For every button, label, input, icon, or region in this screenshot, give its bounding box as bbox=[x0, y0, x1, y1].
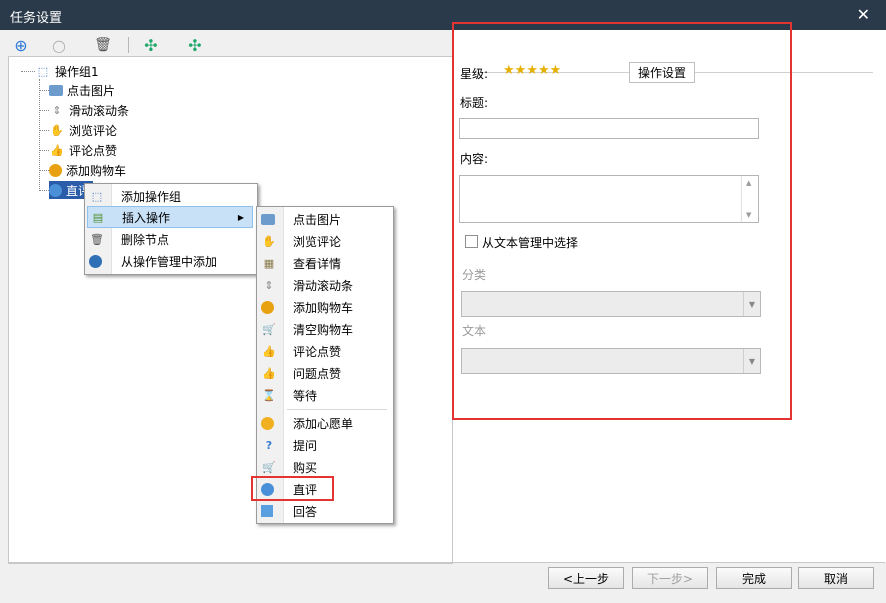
menu-item-delete[interactable]: 🗑 删除节点 bbox=[87, 228, 253, 250]
expand-icon[interactable]: ✣ bbox=[142, 36, 160, 55]
submenu-item[interactable]: ⌛ 等待 bbox=[259, 384, 389, 406]
cart-add-icon bbox=[49, 163, 62, 177]
tree-item-label: 点击图片 bbox=[67, 83, 116, 98]
submenu-item[interactable]: 添加购物车 bbox=[259, 296, 389, 318]
submenu-item[interactable]: 👍 评论点赞 bbox=[259, 340, 389, 362]
submenu-item-label: 评论点赞 bbox=[293, 344, 342, 359]
trash-icon[interactable]: 🗑 bbox=[94, 36, 112, 54]
window-title: 任务设置 bbox=[10, 11, 63, 26]
buy-icon: 🛒 bbox=[262, 460, 276, 474]
submenu-item[interactable]: 点击图片 bbox=[259, 208, 389, 230]
submenu-item-label: 添加心愿单 bbox=[293, 416, 354, 431]
tree-item[interactable]: 添加购物车 bbox=[49, 161, 126, 179]
tree-line bbox=[39, 150, 49, 151]
tree-root[interactable]: ⬚ 操作组1 bbox=[35, 62, 99, 80]
tree-line bbox=[21, 71, 35, 72]
submenu-separator bbox=[287, 409, 387, 410]
tree-line bbox=[39, 190, 49, 191]
menu-item-add-from-manager[interactable]: 从操作管理中添加 bbox=[87, 250, 253, 272]
tree-line bbox=[39, 79, 40, 191]
submenu-item-label: 问题点赞 bbox=[293, 366, 342, 381]
tree-item-label: 浏览评论 bbox=[69, 123, 118, 138]
trash-icon: 🗑 bbox=[90, 232, 104, 246]
submenu-item[interactable]: 🛒 清空购物车 bbox=[259, 318, 389, 340]
submenu-item-label: 购买 bbox=[293, 460, 318, 475]
toolbar-separator bbox=[128, 37, 129, 53]
submenu-arrow-icon: ▶ bbox=[237, 212, 244, 222]
submenu-item[interactable]: 👍 问题点赞 bbox=[259, 362, 389, 384]
thumbs-up-icon: 👍 bbox=[262, 344, 276, 358]
submenu-item-label: 等待 bbox=[293, 388, 318, 403]
thumbs-up-icon: 👍 bbox=[262, 366, 276, 380]
hourglass-icon: ⌛ bbox=[262, 388, 276, 402]
submenu-item[interactable]: 🛒 购买 bbox=[259, 456, 389, 478]
cart-add-icon bbox=[261, 300, 274, 314]
tree-line bbox=[39, 110, 49, 111]
submenu-item[interactable]: 回答 bbox=[259, 500, 389, 522]
tree-item-label: 添加购物车 bbox=[66, 163, 127, 178]
context-menu: ⬚ 添加操作组 ▤ 插入操作 ▶ 🗑 删除节点 从操作管理中添加 bbox=[84, 183, 258, 275]
tree-item[interactable]: ⇕ 滑动滚动条 bbox=[49, 101, 129, 119]
submenu-item-label: 浏览评论 bbox=[293, 234, 342, 249]
submenu-item[interactable]: ⇕ 滑动滚动条 bbox=[259, 274, 389, 296]
tree-item[interactable]: 👍 评论点赞 bbox=[49, 141, 117, 159]
submenu-item-label: 查看详情 bbox=[293, 256, 342, 271]
tree-item[interactable]: 点击图片 bbox=[49, 81, 115, 99]
submenu-item-label: 点击图片 bbox=[293, 212, 342, 227]
picture-icon bbox=[261, 213, 275, 225]
menu-item-label: 插入操作 bbox=[122, 210, 171, 225]
hand-icon: ✋ bbox=[262, 234, 276, 248]
globe-icon bbox=[89, 254, 102, 268]
submenu-item-label: 滑动滚动条 bbox=[293, 278, 354, 293]
tree-item[interactable]: ✋ 浏览评论 bbox=[49, 121, 117, 139]
highlight-box bbox=[251, 476, 334, 501]
submenu-item[interactable]: ✋ 浏览评论 bbox=[259, 230, 389, 252]
picture-icon bbox=[49, 84, 63, 96]
tree-item-label: 滑动滚动条 bbox=[69, 103, 130, 118]
menu-item-label: 删除节点 bbox=[121, 232, 170, 247]
cursor-icon: ⬚ bbox=[91, 189, 103, 203]
tree-item-label: 评论点赞 bbox=[69, 143, 118, 158]
comment-icon bbox=[49, 183, 62, 197]
tree-line bbox=[39, 90, 49, 91]
menu-item-insert[interactable]: ▤ 插入操作 ▶ bbox=[87, 206, 253, 228]
details-icon: ▦ bbox=[263, 256, 275, 270]
collapse-icon[interactable]: ✣ bbox=[186, 36, 204, 55]
answer-icon bbox=[261, 505, 273, 517]
question-icon: ? bbox=[265, 438, 273, 452]
tree-line bbox=[39, 130, 49, 131]
insert-icon: ▤ bbox=[92, 210, 104, 224]
close-icon[interactable]: ✕ bbox=[857, 5, 870, 24]
submenu-item-label: 回答 bbox=[293, 504, 318, 519]
prev-button[interactable]: <上一步 bbox=[548, 567, 624, 589]
cart-empty-icon: 🛒 bbox=[262, 322, 276, 336]
tree-line bbox=[39, 170, 49, 171]
menu-item-label: 添加操作组 bbox=[121, 189, 182, 204]
tree-root-label: 操作组1 bbox=[55, 64, 99, 79]
scroll-icon: ⇕ bbox=[264, 278, 274, 292]
menu-item-label: 从操作管理中添加 bbox=[121, 254, 218, 269]
thumbs-up-icon: 👍 bbox=[50, 143, 64, 157]
cursor-icon: ⬚ bbox=[37, 64, 49, 78]
menu-item-add-group[interactable]: ⬚ 添加操作组 bbox=[87, 185, 253, 207]
submenu-item[interactable]: ? 提问 bbox=[259, 434, 389, 456]
add-icon[interactable]: ⊕ bbox=[12, 36, 30, 55]
finish-button[interactable]: 完成 bbox=[716, 567, 792, 589]
toolbar: ⊕ ○ 🗑 ✣ ✣ bbox=[8, 34, 448, 56]
submenu-item-label: 清空购物车 bbox=[293, 322, 354, 337]
submenu-item-label: 添加购物车 bbox=[293, 300, 354, 315]
submenu-item[interactable]: ▦ 查看详情 bbox=[259, 252, 389, 274]
highlight-box bbox=[452, 22, 792, 420]
wishlist-icon bbox=[261, 416, 274, 430]
cancel-button[interactable]: 取消 bbox=[798, 567, 874, 589]
submenu-item[interactable]: 添加心愿单 bbox=[259, 412, 389, 434]
hand-icon: ✋ bbox=[50, 123, 64, 137]
scroll-icon: ⇕ bbox=[52, 103, 62, 117]
submenu-item-label: 提问 bbox=[293, 438, 318, 453]
next-button[interactable]: 下一步> bbox=[632, 567, 708, 589]
disabled-icon[interactable]: ○ bbox=[50, 36, 68, 55]
